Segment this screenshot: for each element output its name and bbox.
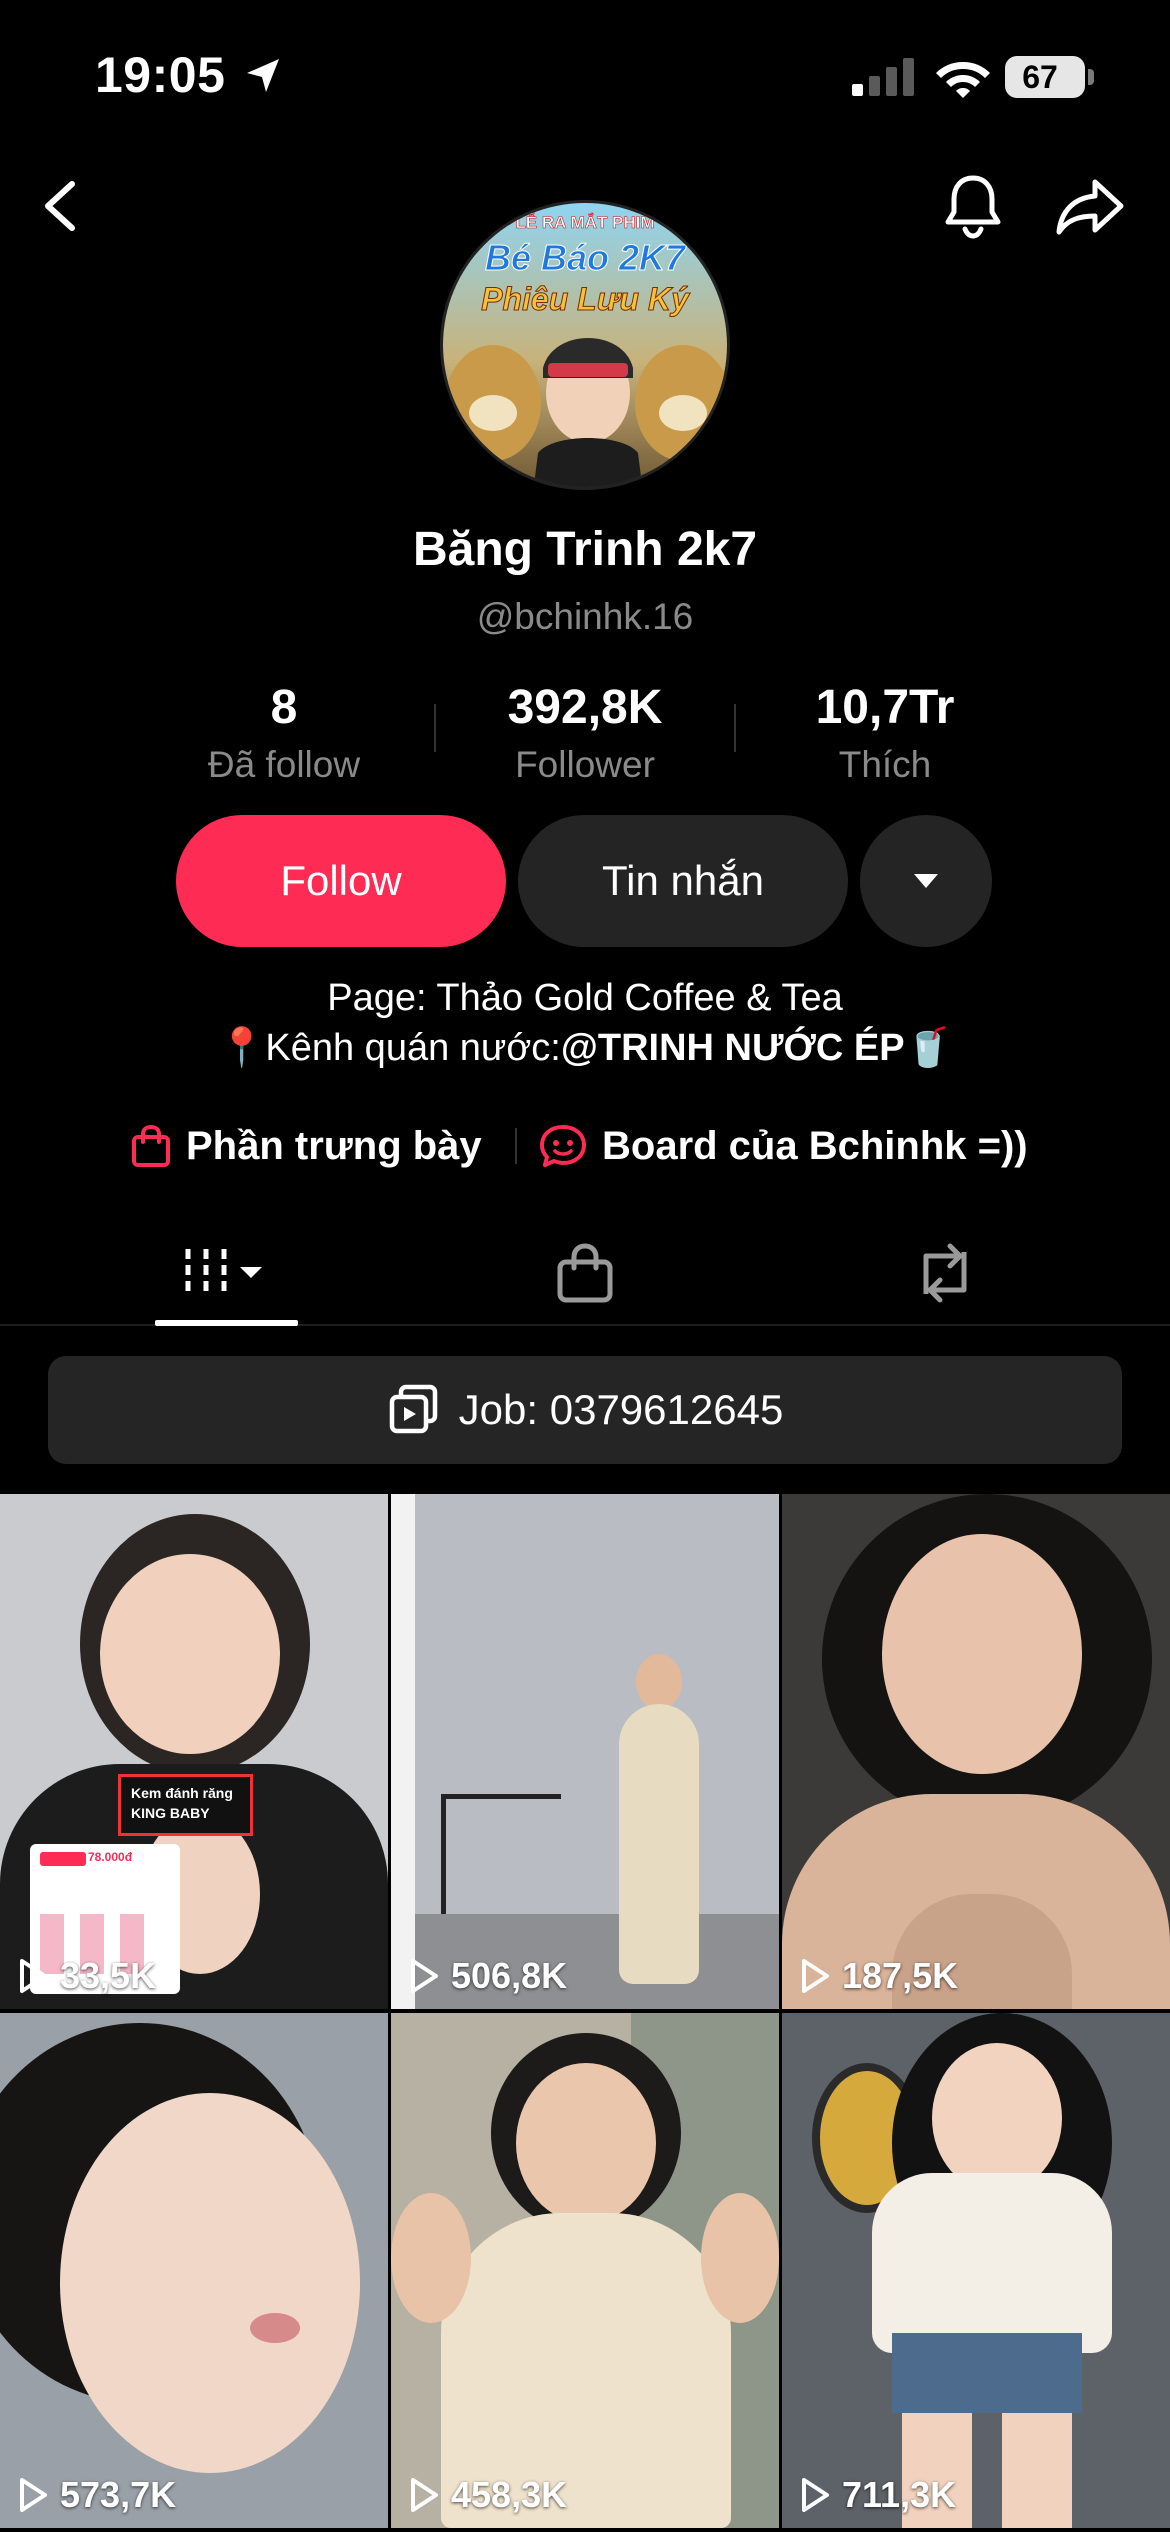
video-views-count: 458,3K — [451, 2474, 568, 2515]
video-views: 33,5K — [18, 1955, 156, 1997]
video-views: 187,5K — [800, 1955, 958, 1997]
showcase-label: Phần trưng bày — [186, 1123, 482, 1168]
video-thumbnail[interactable]: 78.000đ Kem đánh răng KING BABY 33,5K — [0, 1494, 388, 2009]
stat-likes[interactable]: 10,7Tr Thích — [735, 676, 1035, 790]
video-views: 711,3K — [800, 2474, 956, 2516]
video-views-count: 187,5K — [842, 1955, 959, 1996]
bio-mention-link[interactable]: @TRINH NƯỚC ÉP — [561, 1027, 905, 1069]
stat-following[interactable]: 8 Đã follow — [134, 676, 434, 790]
showcase-link[interactable]: Phần trưng bày — [130, 1114, 482, 1178]
videos-grid-icon — [185, 1249, 262, 1297]
stat-label: Follower — [515, 744, 655, 785]
video-grid: 78.000đ Kem đánh răng KING BABY 33,5K 50… — [0, 1494, 1170, 2532]
stat-value: 10,7Tr — [815, 681, 955, 734]
playlist-icon — [389, 1384, 437, 1434]
avatar[interactable]: LỄ RA MẮT PHIM Bé Báo 2K7 Phiêu Lưu Ký — [440, 200, 730, 490]
active-tab-indicator — [155, 1320, 298, 1326]
video-views-count: 573,7K — [60, 2474, 177, 2515]
video-views: 506,8K — [409, 1955, 567, 1997]
video-thumbnail[interactable]: 187,5K — [782, 1494, 1170, 2009]
product-price: 78.000đ — [88, 1850, 133, 1864]
profile-stats: 8 Đã follow 392,8K Follower 10,7Tr Thích — [0, 676, 1170, 786]
video-thumbnail[interactable]: 458,3K — [391, 2013, 779, 2528]
play-icon — [802, 2478, 829, 2512]
stat-followers[interactable]: 392,8K Follower — [435, 676, 735, 790]
location-arrow-icon — [247, 59, 279, 92]
bio-line-2: 📍Kênh quán nước:@TRINH NƯỚC ÉP🥤 — [0, 1022, 1170, 1074]
status-bar: 19:05 67 — [0, 0, 1170, 150]
video-thumbnail[interactable]: 506,8K — [391, 1494, 779, 2009]
chat-smile-icon — [540, 1125, 586, 1167]
battery-icon: 67 — [1005, 56, 1094, 98]
video-views: 458,3K — [409, 2474, 567, 2516]
caret-down-icon — [914, 874, 938, 888]
wifi-icon — [936, 62, 990, 98]
bio-line-1: Page: Thảo Gold Coffee & Tea — [327, 977, 843, 1019]
board-label: Board của Bchinhk =)) — [602, 1123, 1028, 1168]
battery-level: 67 — [1022, 59, 1058, 95]
share-arrow-icon[interactable] — [1055, 176, 1125, 238]
follow-button[interactable]: Follow — [176, 815, 506, 947]
cellular-signal-icon — [852, 58, 914, 96]
shop-bag-icon — [557, 1243, 613, 1303]
username: @bchinhk.16 — [476, 596, 694, 637]
stat-value: 392,8K — [507, 681, 663, 734]
stat-label: Đã follow — [207, 744, 361, 785]
play-icon — [802, 1959, 829, 1993]
bio-text: 📍Kênh quán nước: — [218, 1027, 561, 1069]
stat-value: 8 — [270, 681, 298, 734]
play-icon — [20, 1959, 47, 1993]
links-divider — [515, 1128, 517, 1164]
video-views: 573,7K — [18, 2474, 176, 2516]
avatar-caption-1: LỄ RA MẮT PHIM — [515, 213, 655, 233]
video-views-count: 33,5K — [60, 1955, 157, 1996]
stat-label: Thích — [838, 744, 932, 785]
profile-tabs — [0, 1220, 1170, 1326]
video-views-count: 711,3K — [842, 2474, 957, 2515]
repost-icon — [923, 1243, 967, 1303]
avatar-caption-2: Bé Báo 2K7 — [484, 237, 686, 279]
bio-emoji: 🥤 — [904, 1027, 952, 1069]
play-icon — [20, 2478, 47, 2512]
shopping-bag-icon — [132, 1124, 170, 1167]
display-name: Băng Trinh 2k7 — [412, 523, 758, 576]
tab-shop[interactable] — [520, 1220, 650, 1326]
play-icon — [411, 2478, 438, 2512]
tab-repost[interactable] — [880, 1220, 1010, 1326]
video-views-count: 506,8K — [451, 1955, 568, 1996]
notification-bell-icon[interactable] — [942, 172, 1004, 240]
tab-videos[interactable] — [155, 1220, 298, 1326]
message-button[interactable]: Tin nhắn — [518, 815, 848, 947]
video-thumbnail[interactable]: 711,3K — [782, 2013, 1170, 2528]
video-thumbnail[interactable]: 573,7K — [0, 2013, 388, 2528]
play-icon — [411, 1959, 438, 1993]
profile-links: Phần trưng bày Board của Bchinhk =)) — [0, 1114, 1170, 1178]
board-link[interactable]: Board của Bchinhk =)) — [538, 1114, 1028, 1178]
status-time: 19:05 — [95, 47, 226, 103]
pinned-playlist-bar[interactable]: Job: 0379612645 — [48, 1356, 1122, 1464]
avatar-caption-3: Phiêu Lưu Ký — [481, 281, 690, 318]
pinned-label: Job: 0379612645 — [458, 1386, 784, 1433]
back-chevron-icon[interactable] — [36, 176, 86, 236]
product-tag: Kem đánh răng KING BABY — [118, 1774, 253, 1836]
more-options-button[interactable] — [860, 815, 992, 947]
